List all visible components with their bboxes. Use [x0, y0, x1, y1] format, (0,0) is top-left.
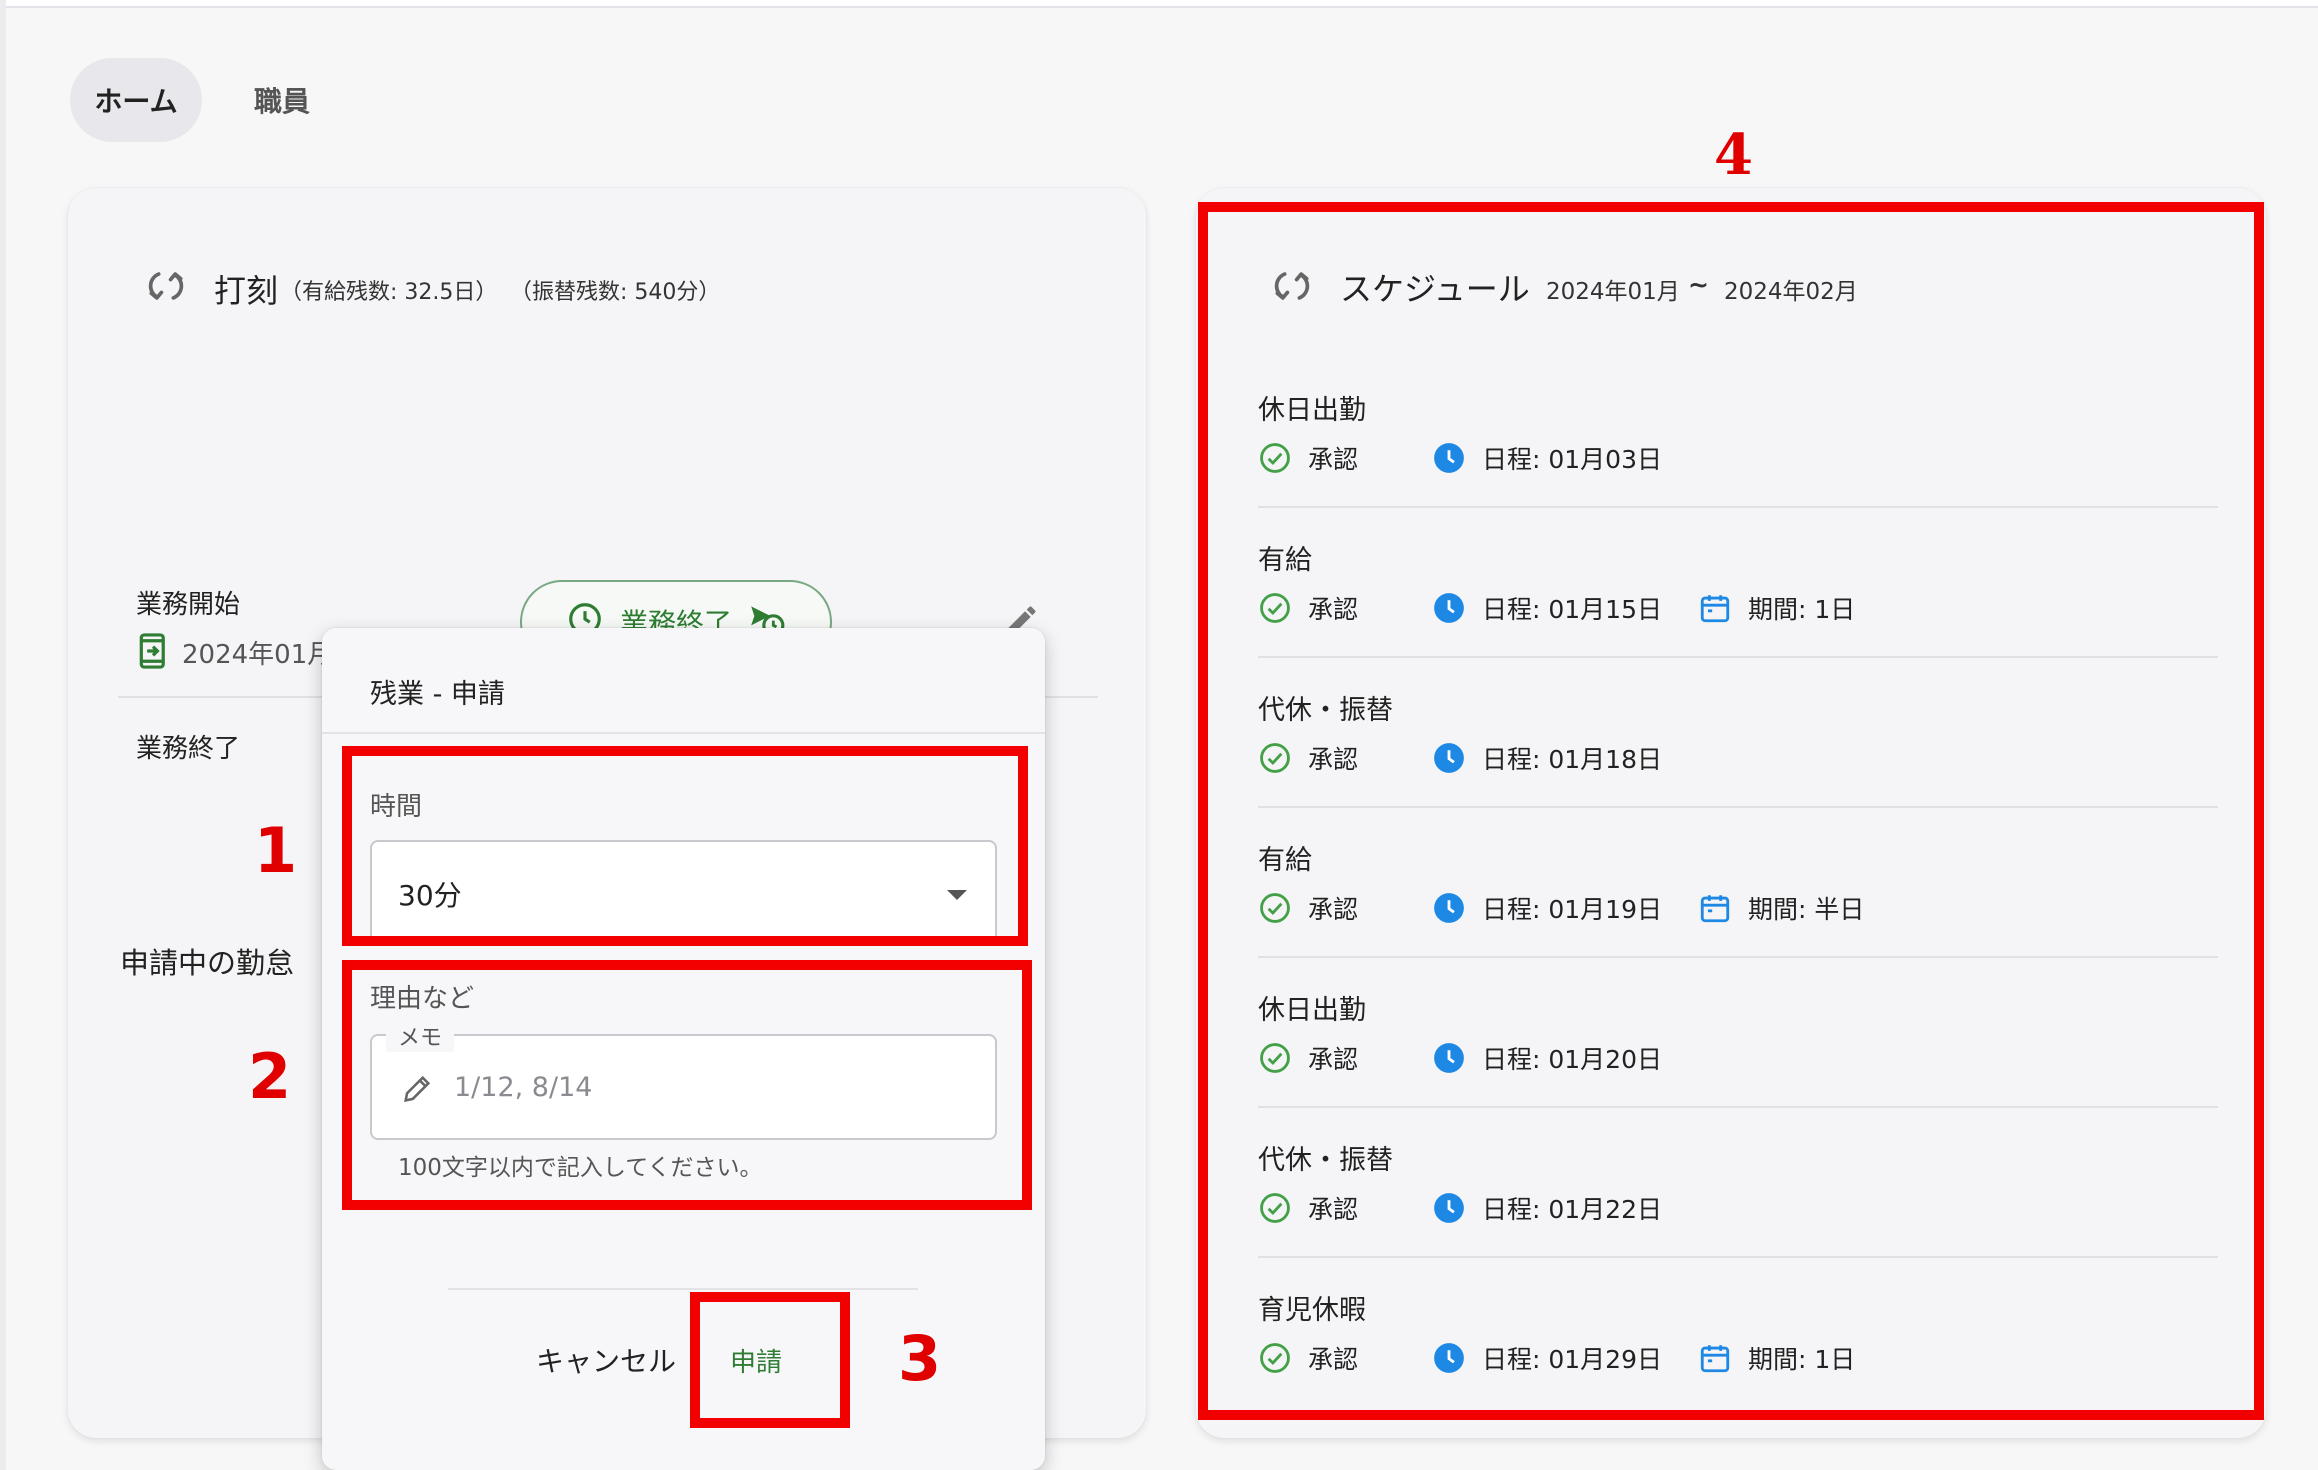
annotation-label-2: 2 — [248, 1040, 292, 1113]
tab-home[interactable]: ホーム — [70, 58, 202, 142]
annotation-box-2 — [342, 960, 1032, 1210]
pending-requests-title: 申請中の勤怠 — [120, 946, 295, 980]
refresh-icon[interactable] — [144, 264, 188, 308]
top-bar — [0, 0, 2318, 8]
annotation-box-3 — [690, 1292, 850, 1428]
annotation-box-4 — [1198, 202, 2264, 1420]
dialog-footer-divider — [448, 1288, 918, 1290]
tab-staff[interactable]: 職員 — [232, 58, 332, 142]
dialog-divider — [322, 732, 1045, 734]
annotation-label-1: 1 — [254, 814, 298, 887]
dialog-title: 残業 - 申請 — [370, 679, 505, 710]
annotation-label-4: 4 — [1714, 122, 1753, 188]
left-edge — [0, 0, 6, 1470]
cancel-button[interactable]: キャンセル — [536, 1340, 676, 1380]
work-start-label: 業務開始 — [136, 590, 241, 620]
annotation-label-3: 3 — [898, 1322, 942, 1395]
punch-title: 打刻 — [214, 272, 279, 310]
work-end-label: 業務終了 — [136, 734, 241, 764]
annotation-box-1 — [342, 746, 1028, 946]
phone-login-icon — [138, 632, 168, 670]
paid-leave-remaining: （有給残数: 32.5日） — [280, 280, 498, 305]
work-start-value: 2024年01月 — [182, 640, 334, 670]
substitute-remaining: （振替残数: 540分） — [510, 280, 721, 305]
